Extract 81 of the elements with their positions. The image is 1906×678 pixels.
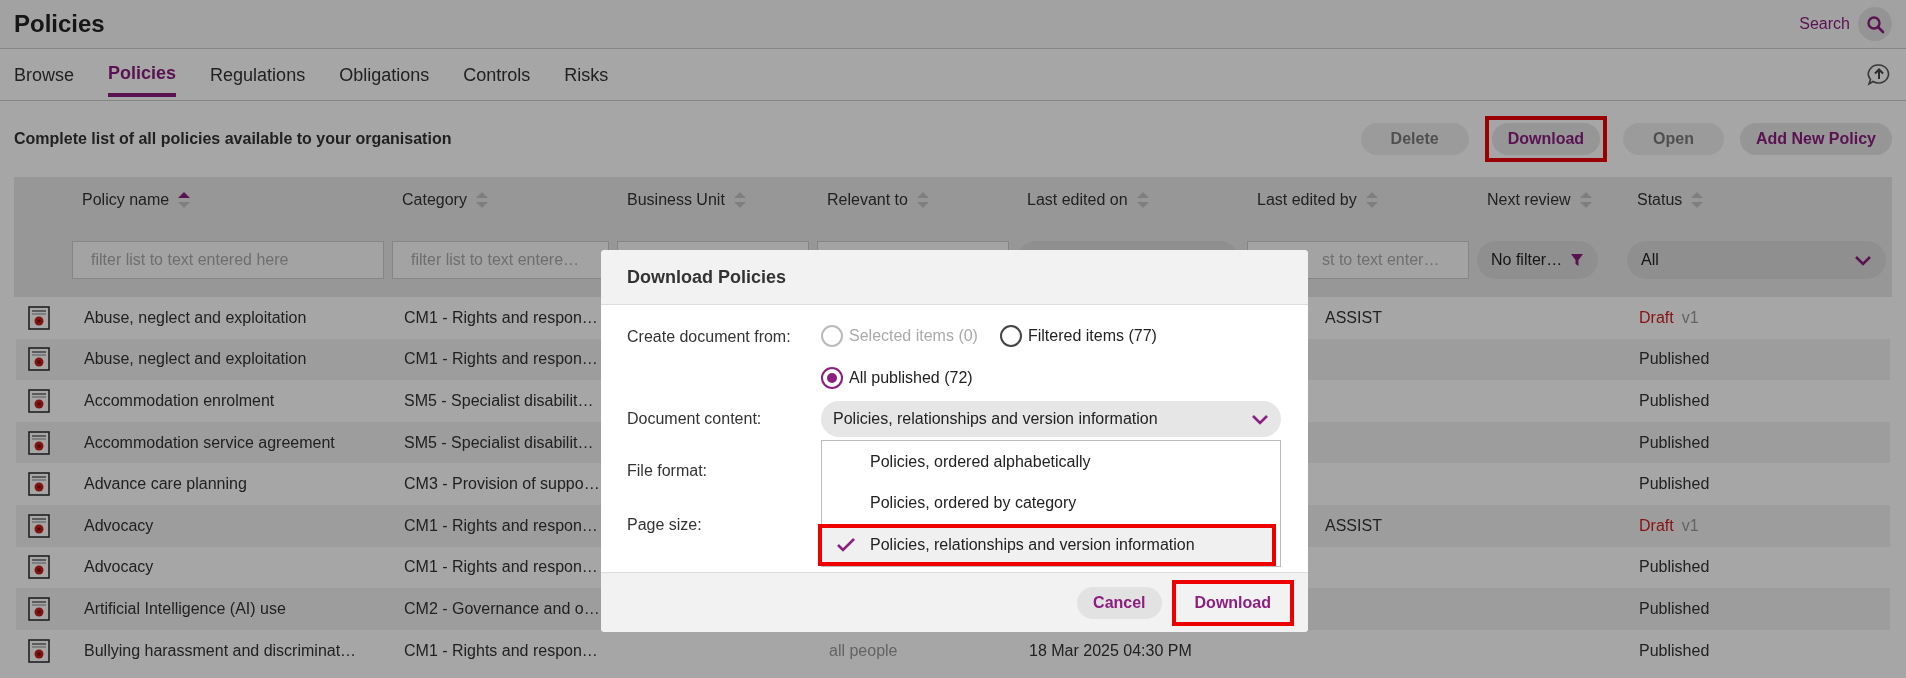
filter-icon [1570, 253, 1585, 267]
table-cell-text: Accommodation enrolment [84, 391, 275, 411]
table-cell-text: CM1 - Rights and respon… [404, 307, 598, 328]
status-label: Published [1639, 557, 1710, 578]
policy-document-icon [28, 430, 50, 455]
status-label: Draft [1639, 307, 1674, 328]
table-cell-text: CM1 - Rights and respon… [404, 515, 598, 536]
field-label: Document content: [627, 409, 763, 429]
table-cell-text: CM2 - Governance and o… [404, 598, 600, 619]
table-cell-text: SM5 - Specialist disabilit… [404, 391, 594, 411]
search-link[interactable]: Search [1799, 12, 1850, 36]
table-cell-text: Advance care planning [84, 474, 247, 495]
radio-option[interactable]: Filtered items (77) [999, 321, 1157, 351]
nav-tab[interactable]: Browse [14, 49, 75, 101]
policy-document-icon [28, 305, 50, 330]
page-description: Complete list of all policies available to your organisation [14, 129, 452, 149]
search-icon [1865, 14, 1885, 34]
table-cell-text: CM1 - Rights and respon… [404, 640, 598, 661]
column-header[interactable]: Last edited by [1257, 188, 1357, 212]
sort-icon[interactable] [177, 191, 192, 209]
toolbar-button[interactable]: Download [1491, 123, 1601, 155]
field-label: File format: [627, 461, 708, 481]
table-cell-text: Accommodation service agreement [84, 432, 335, 453]
policy-document-icon [28, 555, 50, 580]
dialog-title: Download Policies [601, 250, 1308, 305]
status-label: Draft [1639, 515, 1674, 536]
column-header[interactable]: Relevant to [827, 188, 908, 212]
page-title: Policies [14, 9, 105, 39]
dropdown-option[interactable]: Policies, relationships and version information [822, 528, 1272, 562]
status-label: Published [1639, 640, 1710, 661]
nav-tab[interactable]: Risks [564, 49, 609, 101]
status-label: Published [1639, 349, 1710, 370]
table-cell-text: Bullying harassment and discriminat… [84, 640, 357, 661]
field-label: Page size: [627, 515, 703, 535]
table-cell-text: Abuse, neglect and exploitation [84, 349, 307, 370]
policy-document-icon [28, 347, 50, 372]
nav-tab[interactable]: Controls [463, 49, 531, 101]
table-cell-text: SM5 - Specialist disabilit… [404, 432, 594, 453]
nav-tab[interactable]: Obligations [339, 49, 430, 101]
review-filter[interactable]: No filter… [1477, 241, 1599, 279]
policy-document-icon [28, 596, 50, 621]
version-label: v1 [1681, 515, 1699, 536]
upload-chat-icon[interactable] [1866, 63, 1892, 86]
column-header[interactable]: Policy name [82, 188, 170, 212]
table-cell-text: CM1 - Rights and respon… [404, 349, 598, 370]
status-label: Published [1639, 391, 1710, 411]
table-cell-text: ASSIST [1325, 515, 1382, 536]
dialog-button[interactable]: Cancel [1077, 586, 1162, 619]
policy-document-icon [28, 472, 50, 497]
column-header[interactable]: Category [402, 188, 467, 212]
table-cell-text: Abuse, neglect and exploitation [84, 307, 307, 328]
search-button[interactable] [1858, 7, 1892, 41]
chevron-down-icon [1854, 253, 1872, 267]
table-cell-text: 18 Mar 2025 04:30 PM [1029, 640, 1192, 661]
field-label: Create document from: [627, 327, 792, 347]
column-header[interactable]: Last edited on [1027, 188, 1128, 212]
status-label: Published [1639, 432, 1710, 453]
column-header[interactable]: Business Unit [627, 188, 725, 212]
table-cell-text: ASSIST [1325, 307, 1382, 328]
check-icon [836, 536, 856, 554]
table-cell-text: Advocacy [84, 557, 154, 578]
table-cell-text: all people [829, 640, 898, 661]
column-header[interactable]: Status [1637, 188, 1683, 212]
content-dropdown[interactable]: Policies, relationships and version information [821, 401, 1281, 437]
table-cell-text: CM3 - Provision of suppo… [404, 474, 600, 495]
status-filter[interactable]: All [1627, 241, 1886, 279]
policy-document-icon [28, 513, 50, 538]
table-cell-text: Advocacy [84, 515, 154, 536]
nav-tab[interactable]: Regulations [210, 49, 306, 101]
radio-option[interactable]: All published (72) [821, 363, 973, 393]
toolbar-button[interactable]: Add New Policy [1739, 123, 1892, 155]
policy-document-icon [28, 389, 50, 413]
status-label: Published [1639, 474, 1710, 495]
status-label: Published [1639, 598, 1710, 619]
nav-tab[interactable]: Policies [108, 53, 177, 97]
table-cell-text: Artificial Intelligence (AI) use [84, 598, 286, 619]
chevron-down-icon [1251, 412, 1269, 426]
column-header[interactable]: Next review [1487, 188, 1571, 212]
policy-document-icon [28, 638, 50, 663]
version-label: v1 [1681, 307, 1699, 328]
table-cell-text: CM1 - Rights and respon… [404, 557, 598, 578]
